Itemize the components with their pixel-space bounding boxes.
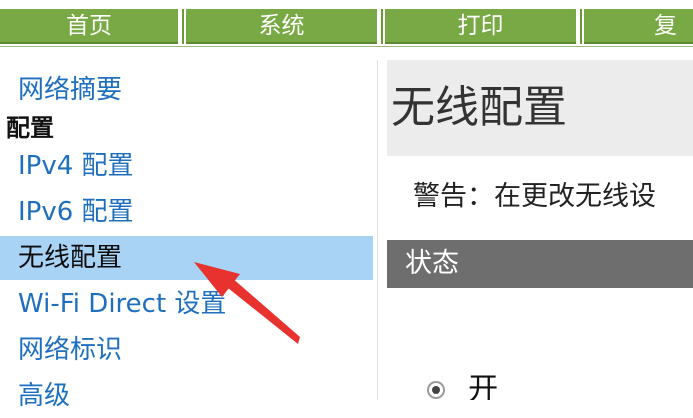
radio-option-on[interactable]: 开 xyxy=(427,370,498,400)
section-status-header: 状态 xyxy=(387,240,693,288)
tab-print[interactable]: 打印 xyxy=(385,9,582,44)
sidebar-item-advanced[interactable]: 高级 xyxy=(0,374,373,418)
sidebar-item-network-id[interactable]: 网络标识 xyxy=(0,328,373,372)
tab-system[interactable]: 系统 xyxy=(186,9,383,44)
sidebar-item-wireless-config[interactable]: 无线配置 xyxy=(0,236,373,280)
sidebar-navigation: 网络摘要 配置 IPv4 配置 IPv6 配置 无线配置 Wi-Fi Direc… xyxy=(0,60,378,411)
top-navigation: 首页 系统 打印 复印 xyxy=(0,0,693,74)
tab-home[interactable]: 首页 xyxy=(0,9,184,44)
sidebar-item-ipv6[interactable]: IPv6 配置 xyxy=(0,190,373,234)
sidebar-item-network-summary[interactable]: 网络摘要 xyxy=(0,68,373,112)
sidebar-item-ipv4[interactable]: IPv4 配置 xyxy=(0,144,373,188)
page-title: 无线配置 xyxy=(387,60,693,156)
radio-selected-icon[interactable] xyxy=(427,381,445,399)
tab-copy[interactable]: 复印 xyxy=(584,9,693,74)
radio-label-on: 开 xyxy=(468,372,499,400)
main-content: 无线配置 警告：在更改无线设 状态 开 xyxy=(387,60,693,400)
sidebar-heading-config: 配置 xyxy=(6,114,54,142)
sidebar-item-wifi-direct[interactable]: Wi-Fi Direct 设置 xyxy=(0,282,373,326)
warning-text: 警告：在更改无线设 xyxy=(413,181,656,212)
